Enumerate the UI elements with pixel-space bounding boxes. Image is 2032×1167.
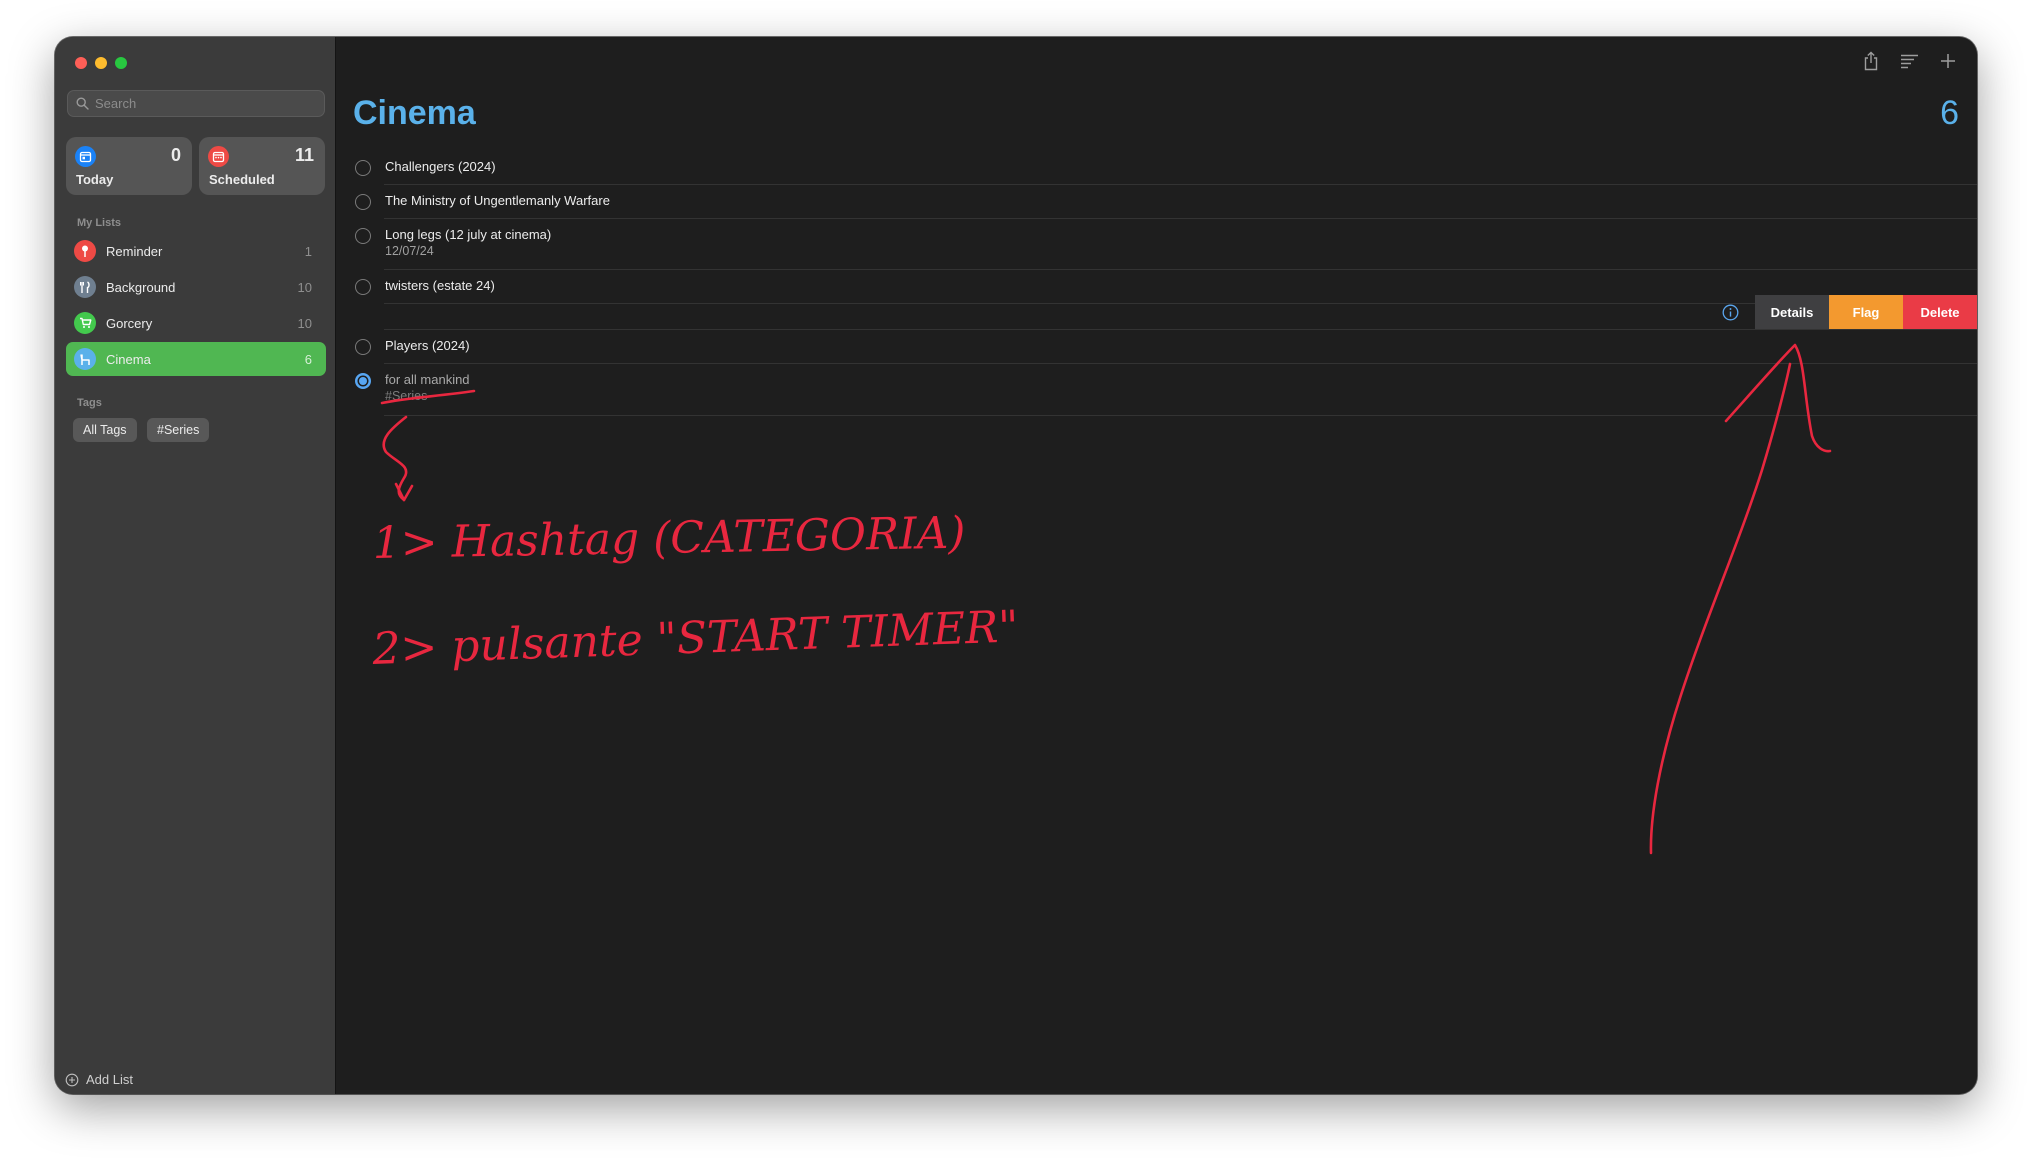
pointer-arrow xyxy=(1649,362,1792,855)
annotation-line-2: 2> pulsante "START TIMER" xyxy=(371,601,1020,675)
squiggle-arrow xyxy=(382,415,408,502)
underline-stroke xyxy=(380,389,476,405)
annotation-line-1: 1> Hashtag (CATEGORIA) xyxy=(372,508,966,569)
pointer-arrowhead xyxy=(1724,343,1832,453)
handwritten-annotations: 1> Hashtag (CATEGORIA) 2> pulsante "STAR… xyxy=(371,343,1832,855)
